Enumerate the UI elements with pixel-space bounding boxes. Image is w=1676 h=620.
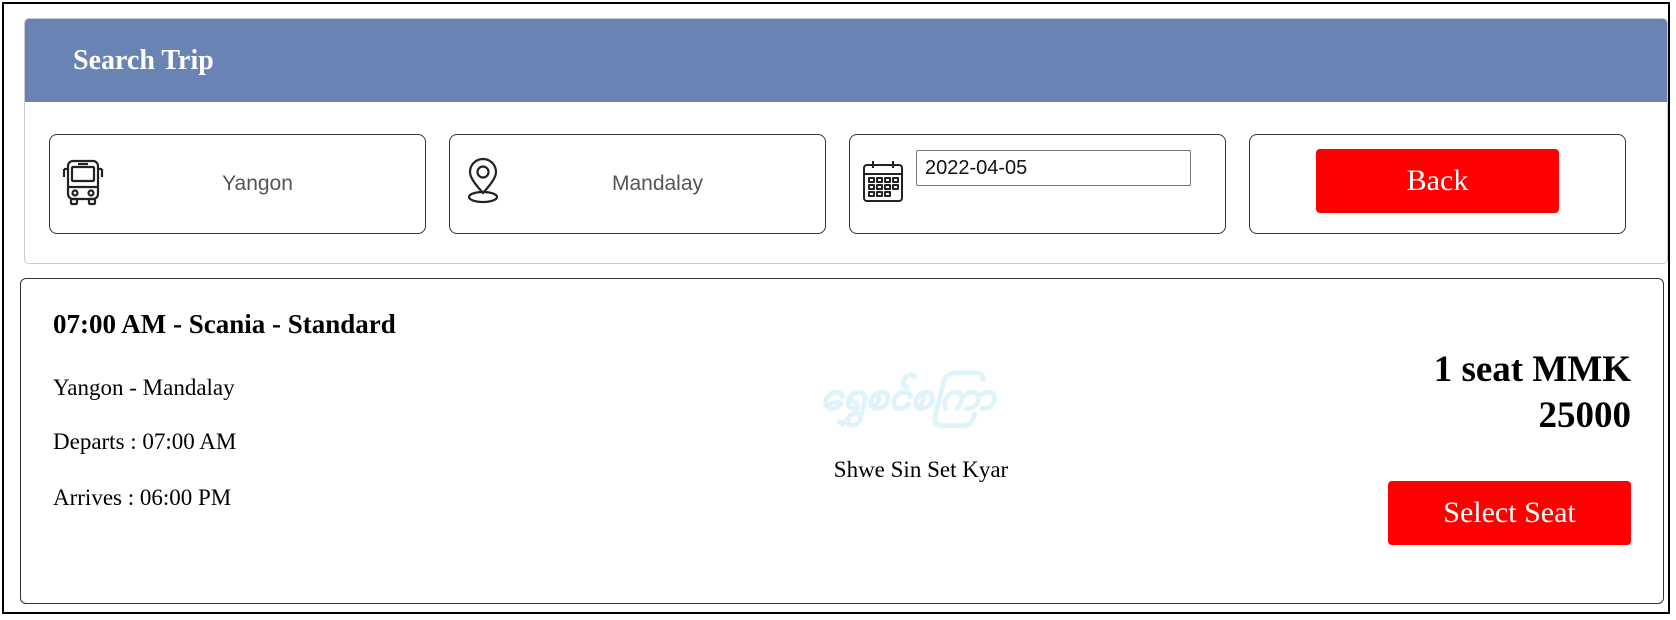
back-button-container: Back <box>1249 134 1626 234</box>
date-field <box>849 134 1226 234</box>
bus-icon <box>62 159 104 206</box>
trip-card: 07:00 AM - Scania - Standard Yangon - Ma… <box>20 278 1664 604</box>
price-amount: 25000 <box>1538 395 1632 436</box>
operator-logo: ရွှေစင်စကြာ <box>820 370 998 429</box>
search-trip-header: Search Trip <box>25 19 1667 102</box>
trip-route: Yangon - Mandalay <box>53 375 235 400</box>
select-seat-button[interactable]: Select Seat <box>1388 481 1631 545</box>
to-value: Mandalay <box>611 172 704 195</box>
operator-logo-text: ရွှေစင်စကြာ <box>821 371 998 428</box>
trip-departs: Departs : 07:00 AM <box>53 429 237 454</box>
app-frame: Search Trip Yangon Mandalay 2022-04-05 B… <box>2 2 1670 614</box>
price-label: 1 seat MMK <box>1433 349 1631 390</box>
from-field[interactable]: Yangon <box>49 134 426 234</box>
search-trip-panel: Search Trip Yangon Mandalay 2022-04-05 B… <box>24 18 1668 264</box>
from-value: Yangon <box>222 172 293 195</box>
calendar-icon <box>863 161 903 202</box>
operator-name: Shwe Sin Set Kyar <box>833 457 1009 482</box>
trip-arrives: Arrives : 06:00 PM <box>53 485 232 510</box>
back-button[interactable]: Back <box>1316 149 1559 213</box>
date-input[interactable] <box>916 150 1191 186</box>
location-pin-icon <box>467 157 499 204</box>
to-field[interactable]: Mandalay <box>449 134 826 234</box>
trip-title: 07:00 AM - Scania - Standard <box>53 309 396 339</box>
price: 1 seat MMK 25000 <box>1434 347 1631 439</box>
